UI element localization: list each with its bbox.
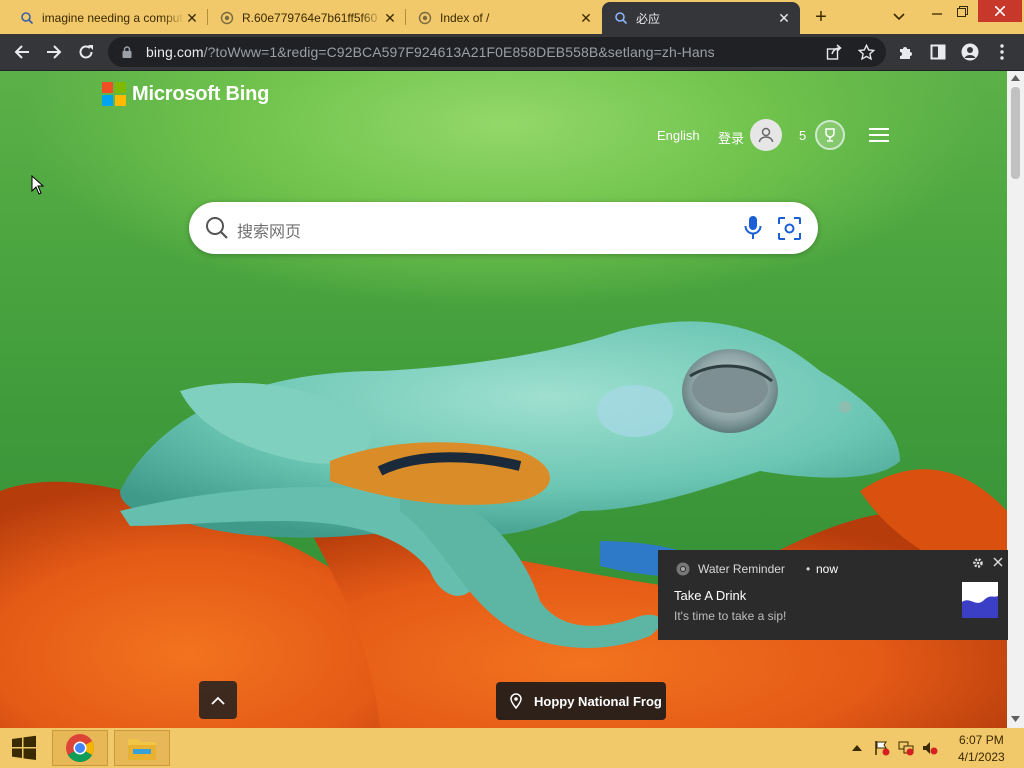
restore-icon (956, 5, 968, 17)
tab-title: 必应 (636, 11, 661, 26)
globe-icon (418, 11, 432, 25)
language-link[interactable]: English (657, 128, 700, 143)
location-pin-icon (510, 693, 522, 709)
hamburger-icon (869, 128, 889, 142)
notification-body: It's time to take a sip! (674, 609, 787, 623)
volume-muted-icon[interactable] (922, 740, 938, 756)
close-icon[interactable] (993, 557, 1003, 567)
url-path: /?toWww=1&redig=C92BCA597F924613A21F0E85… (203, 44, 715, 60)
star-icon (857, 43, 875, 60)
scroll-up-arrow-icon[interactable] (1011, 75, 1020, 81)
tab-strip: imagine needing a computer ✕ R.60e779764… (0, 0, 1024, 34)
tab-1[interactable]: imagine needing a computer ✕ (8, 2, 208, 34)
action-center-flag-icon[interactable] (874, 740, 890, 756)
bookmark-button[interactable] (852, 38, 880, 66)
forward-button[interactable] (40, 38, 68, 66)
page-scrollbar[interactable] (1007, 71, 1024, 728)
search-icon (21, 12, 34, 25)
clock-date[interactable]: 4/1/2023 (958, 750, 1005, 764)
side-panel-button[interactable] (924, 38, 952, 66)
reload-button[interactable] (72, 38, 100, 66)
folder-icon (128, 739, 156, 760)
close-window-button[interactable] (978, 0, 1022, 22)
notification-app: Water Reminder (698, 562, 785, 576)
arrow-right-icon (47, 45, 62, 59)
windows-taskbar: 6:07 PM 4/1/2023 (0, 728, 1024, 768)
notification-title: Take A Drink (674, 588, 747, 603)
tab-4-active[interactable]: 必应 ✕ (602, 2, 800, 34)
menu-button[interactable] (988, 38, 1016, 66)
hamburger-menu-button[interactable] (869, 127, 891, 143)
url-host: bing.com (146, 44, 204, 60)
network-icon[interactable] (898, 740, 914, 756)
scroll-up-button[interactable] (199, 681, 237, 719)
address-bar[interactable]: bing.com/?toWww=1&redig=C92BCA597F924613… (108, 37, 886, 67)
restore-button[interactable] (948, 0, 976, 22)
chevron-down-icon (893, 13, 905, 21)
microphone-icon[interactable] (743, 215, 763, 241)
windows-logo-icon (12, 735, 36, 760)
rewards-count: 5 (799, 128, 807, 143)
scrollbar-thumb[interactable] (1011, 87, 1020, 179)
puzzle-icon (900, 47, 912, 59)
globe-icon (220, 11, 234, 25)
notification-time: now (816, 562, 839, 576)
close-tab-icon[interactable]: ✕ (578, 10, 594, 27)
chevron-up-icon (211, 696, 225, 705)
search-icon (615, 12, 628, 25)
close-icon (995, 6, 1005, 16)
search-box[interactable]: 搜索网页 (189, 202, 818, 254)
close-tab-icon[interactable]: ✕ (776, 10, 792, 27)
back-button[interactable] (8, 38, 36, 66)
lock-icon (122, 46, 132, 58)
location-label: Hoppy National Frog (534, 693, 662, 709)
search-input[interactable]: 搜索网页 (237, 218, 301, 242)
avatar[interactable] (750, 119, 782, 151)
browser-toolbar: bing.com/?toWww=1&redig=C92BCA597F924613… (0, 34, 1024, 71)
close-tab-icon[interactable]: ✕ (382, 10, 398, 27)
reload-icon (79, 45, 93, 59)
show-hidden-icons-icon[interactable] (852, 745, 862, 751)
mouse-cursor-icon (31, 175, 45, 195)
search-icon (206, 217, 228, 239)
share-button[interactable] (820, 38, 848, 66)
notification-toast[interactable]: Water Reminder • now Take A Drink It's t… (658, 550, 1008, 640)
tab-title: Index of / (440, 11, 490, 25)
share-icon (826, 44, 842, 60)
microsoft-logo-icon (102, 82, 126, 106)
image-location-button[interactable]: Hoppy National Frog (496, 682, 666, 720)
chrome-icon (66, 734, 94, 762)
arrow-left-icon (14, 45, 29, 59)
tab-search-button[interactable] (886, 5, 912, 29)
bing-logo[interactable]: Microsoft Bing (102, 82, 269, 106)
trophy-icon (825, 128, 835, 142)
extensions-button[interactable] (892, 38, 920, 66)
tab-title: R.60e779764e7b61ff5f60 (242, 11, 378, 25)
chrome-badge-icon (676, 562, 690, 576)
visual-search-icon[interactable] (777, 216, 802, 241)
kebab-menu-icon (1000, 44, 1004, 60)
close-tab-icon[interactable]: ✕ (184, 10, 200, 27)
water-glass-image (962, 582, 998, 618)
tab-title: imagine needing a computer (42, 11, 184, 25)
profile-button[interactable] (956, 38, 984, 66)
minimize-icon (932, 13, 942, 15)
scroll-down-arrow-icon[interactable] (1011, 716, 1020, 722)
profile-icon (961, 43, 979, 61)
tab-2[interactable]: R.60e779764e7b61ff5f60 ✕ (208, 2, 406, 34)
new-tab-button[interactable]: + (806, 4, 836, 30)
side-panel-icon (930, 44, 946, 60)
taskbar-chrome[interactable] (52, 730, 108, 766)
tab-3[interactable]: Index of / ✕ (406, 2, 602, 34)
clock-time[interactable]: 6:07 PM (959, 733, 1004, 747)
taskbar-file-explorer[interactable] (114, 730, 170, 766)
url-text: bing.com/?toWww=1&redig=C92BCA597F924613… (146, 44, 715, 60)
start-button[interactable] (0, 728, 48, 768)
gear-icon[interactable] (972, 557, 984, 569)
rewards-button[interactable] (815, 120, 845, 150)
user-icon (758, 127, 774, 143)
logo-text: Microsoft Bing (132, 82, 270, 105)
notification-separator: • (806, 562, 811, 576)
signin-link[interactable]: 登录 (718, 128, 744, 147)
